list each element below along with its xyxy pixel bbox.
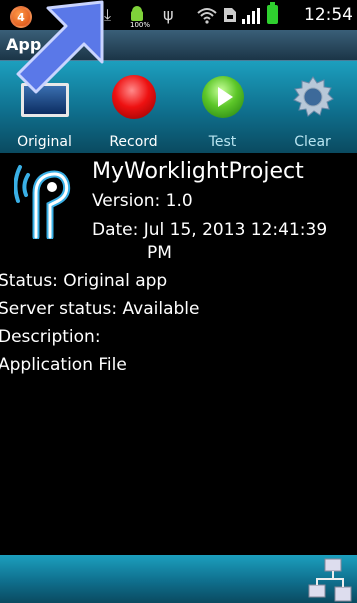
notification-badge-icon[interactable]: 4: [10, 6, 32, 28]
toolbar: Original Record Test Clear: [0, 61, 357, 153]
bottom-bar: [0, 555, 357, 603]
original-button[interactable]: Original: [0, 61, 89, 153]
record-label: Record: [109, 134, 158, 150]
test-button[interactable]: Test: [178, 61, 267, 153]
app-version: Version: 1.0: [92, 191, 193, 211]
record-button[interactable]: Record: [89, 61, 178, 153]
clear-label: Clear: [294, 134, 331, 150]
app-details: MyWorklightProject Version: 1.0 Date: Ju…: [0, 153, 357, 555]
clear-button[interactable]: Clear: [268, 61, 357, 153]
description-label: Description:: [0, 327, 101, 347]
wifi-icon: [197, 8, 217, 24]
app-title: App: [6, 35, 42, 54]
application-file-text: Application File: [0, 355, 127, 375]
download-icon: ⤓: [104, 5, 112, 24]
app-date-line1: Date: Jul 15, 2013 12:41:39: [92, 220, 328, 240]
record-icon: [111, 75, 156, 119]
original-label: Original: [17, 134, 72, 150]
battery-icon: [267, 2, 278, 24]
status-bar: 4 ⤓ 100% ψ 12:54: [0, 0, 357, 30]
test-label: Test: [208, 134, 237, 150]
network-icon[interactable]: [307, 557, 353, 603]
signal-bars-icon: [242, 8, 260, 24]
usb-icon: ψ: [163, 5, 174, 24]
sd-card-icon: [224, 8, 236, 22]
clock-time: 12:54: [304, 5, 353, 25]
screen-icon: [20, 83, 69, 117]
worklight-logo-icon: [14, 165, 71, 239]
server-status-text: Server status: Available: [0, 299, 200, 319]
app-title-bar: App: [0, 30, 357, 61]
app-date: Date: Jul 15, 2013 12:41:39 PM: [92, 219, 352, 265]
app-name: MyWorklightProject: [92, 159, 304, 184]
play-icon: [201, 76, 244, 118]
app-date-line2: PM: [147, 243, 172, 263]
gear-icon: [292, 76, 334, 117]
status-text: Status: Original app: [0, 271, 168, 291]
